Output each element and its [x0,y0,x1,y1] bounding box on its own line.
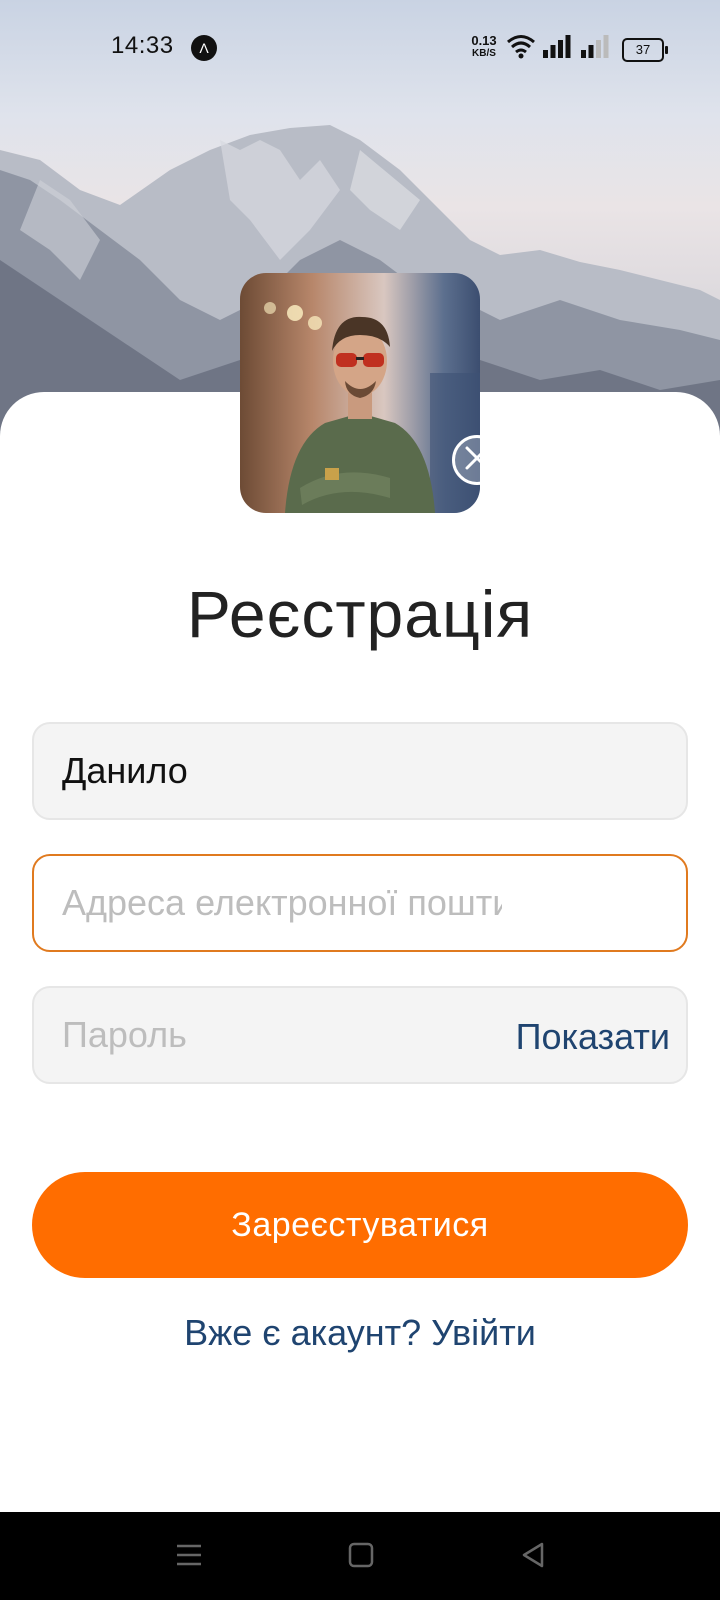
network-speed-unit: KB/S [472,48,496,59]
close-icon [464,445,490,476]
page-title: Реєстрація [186,577,534,651]
email-field[interactable] [32,854,688,952]
show-password-button[interactable]: Показати [516,988,670,1082]
wifi-icon [506,32,536,67]
navigation-app-icon: Λ [191,35,217,61]
status-time: 14:33 [111,32,174,59]
avatar [240,273,480,513]
register-button[interactable]: Зареєстуватися [32,1172,688,1278]
email-input[interactable] [62,856,502,950]
battery-indicator: 37 [622,38,668,62]
status-bar: 14:33 Λ 0.13 KB/S 37 [0,0,720,96]
home-square-icon[interactable] [348,1542,374,1573]
signal-icon [542,32,572,67]
login-link[interactable]: Вже є акаунт? Увійти [0,1312,720,1354]
menu-icon[interactable] [176,1542,202,1573]
back-triangle-icon[interactable] [520,1542,546,1573]
network-speed-value: 0.13 [471,33,497,48]
password-field[interactable]: Показати [32,986,688,1084]
name-field[interactable] [32,722,688,820]
network-speed: 0.13 KB/S [468,34,500,60]
password-input[interactable] [62,988,502,1082]
remove-avatar-button[interactable] [452,435,502,485]
system-navigation-bar [0,1512,720,1600]
avatar-picker[interactable] [240,273,480,513]
signal-weak-icon [580,32,610,67]
name-input[interactable] [62,724,502,818]
